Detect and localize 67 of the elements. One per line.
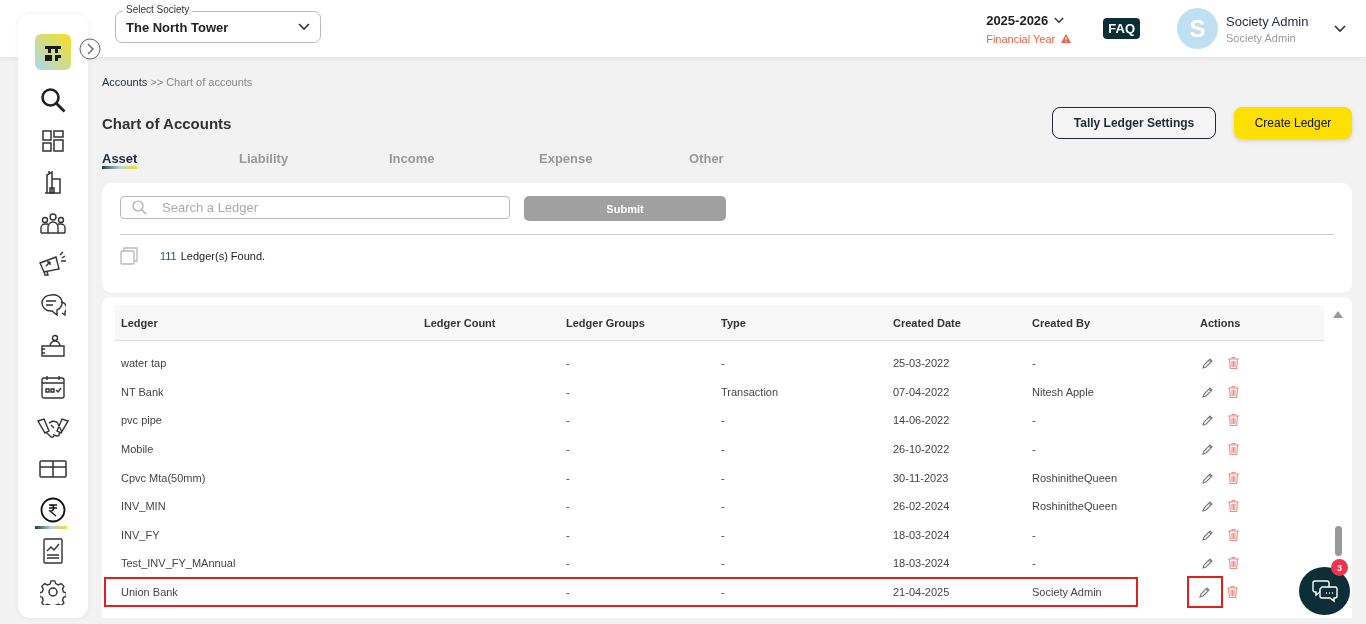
table-cell-text: INV_MIN (121, 500, 167, 513)
table-cell-text: Test_INV_FY_MAnnual (121, 557, 237, 570)
table-cell-text: 18-03-2024 (893, 528, 951, 541)
financial-year-label: Financial Year (986, 32, 1056, 45)
table-cell-text: Mobile (121, 443, 155, 456)
table-cell-text: - (721, 557, 726, 570)
search-field[interactable]: Search a Ledger (120, 196, 510, 219)
table-cell-text: Cpvc Mta(50mm) (121, 471, 207, 484)
column-header: Ledger (121, 316, 159, 329)
table-cell-text: - (566, 500, 571, 513)
table-cell-text: - (566, 528, 571, 541)
tally-settings-button[interactable]: Tally Ledger Settings (1052, 107, 1216, 139)
table-cell-text: - (1032, 443, 1037, 456)
table-cell-text: - (721, 586, 726, 599)
column-header: Created Date (893, 316, 962, 329)
table-cell-text: - (566, 385, 571, 398)
table-cell-text: RoshinitheQueen (1032, 471, 1118, 484)
faq-button[interactable]: FAQ (1103, 18, 1140, 39)
table-cell-text: 25-03-2022 (893, 357, 951, 370)
table-cell-text: 26-10-2022 (893, 443, 951, 456)
table-cell-text: water tap (121, 357, 168, 370)
table-cell-text: - (1032, 414, 1037, 427)
create-ledger-button[interactable]: Create Ledger (1234, 107, 1352, 139)
table-cell-text: Society Admin (1032, 586, 1103, 599)
column-header: Actions (1200, 316, 1242, 329)
year-select[interactable]: 2025-2026 (986, 12, 1049, 28)
table-cell-text: Nitesh Apple (1032, 385, 1095, 398)
table-cell-text: NT Bank (121, 385, 165, 398)
breadcrumb-current: >> Chart of accounts (150, 76, 253, 88)
table-cell-text: 21-04-2025 (893, 586, 951, 599)
table-cell-text: Transaction (721, 385, 780, 398)
table-cell-text: 30-11-2023 (893, 471, 950, 484)
ledger-count: 111 (160, 250, 177, 262)
table-cell-text: - (721, 500, 726, 513)
table-cell-text: - (566, 443, 571, 456)
table-cell-text: - (721, 443, 726, 456)
column-header: Created By (1032, 316, 1092, 329)
breadcrumb-link[interactable]: Accounts (102, 76, 148, 88)
table-cell-text: 07-04-2022 (893, 385, 951, 398)
table-cell-text: - (566, 414, 571, 427)
table-cell-text: - (721, 528, 726, 541)
table-cell-text: - (1032, 357, 1037, 370)
column-header: Type (721, 316, 747, 329)
found-label: Ledger(s) Found. (180, 250, 266, 262)
column-header: Ledger Count (424, 316, 497, 329)
table-cell-text: - (721, 471, 726, 484)
table-cell-text: INV_FY (121, 528, 161, 541)
table-cell-text: - (566, 357, 571, 370)
user-name: Society Admin (1226, 13, 1310, 29)
table-cell-text: 18-03-2024 (893, 557, 951, 570)
table-cell-text: - (721, 357, 726, 370)
table-cell-text: - (1032, 528, 1037, 541)
table-cell-text: - (566, 586, 571, 599)
table-cell-text: - (721, 414, 726, 427)
user-role: Society Admin (1226, 31, 1297, 44)
table-cell-text: RoshinitheQueen (1032, 500, 1118, 513)
table-cell-text: pvc pipe (121, 414, 163, 427)
table-cell-text: - (566, 471, 571, 484)
table-cell-text: - (566, 557, 571, 570)
table-cell-text: 14-06-2022 (893, 414, 951, 427)
table-cell-text: 26-02-2024 (893, 500, 951, 513)
column-header: Ledger Groups (566, 316, 646, 329)
field-label: Select Society (123, 4, 193, 16)
avatar: S (1177, 8, 1218, 49)
table-cell-text: - (1032, 557, 1037, 570)
table-cell-text: Union Bank (121, 586, 179, 599)
page-title: Chart of Accounts (102, 114, 233, 132)
